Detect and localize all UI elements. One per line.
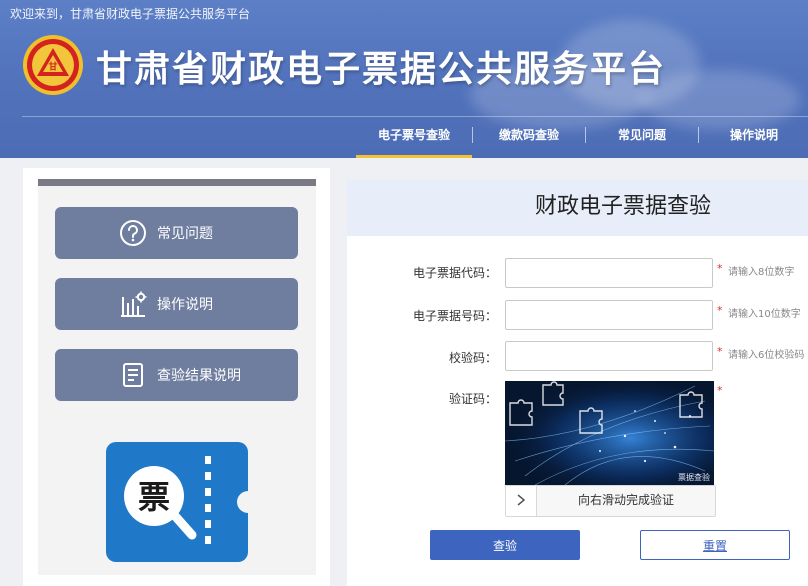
verify-form-panel: 财政电子票据查验 电子票据代码： * 请输入8位数字 电子票据号码： * 请输入… xyxy=(347,180,808,586)
reset-button[interactable]: 重置 xyxy=(640,530,790,560)
nav-tab-instructions[interactable]: 操作说明 xyxy=(699,117,808,155)
check-code-input[interactable] xyxy=(505,341,713,371)
captcha-image: 票据查验 xyxy=(505,381,714,485)
ticket-code-input[interactable] xyxy=(505,258,713,288)
form-title: 财政电子票据查验 xyxy=(347,180,808,236)
site-title: 甘肃省财政电子票据公共服务平台 xyxy=(96,49,667,90)
required-mark: * xyxy=(717,304,723,317)
ticket-glyph: 票 xyxy=(138,478,170,516)
emblem-logo: 甘 xyxy=(22,34,84,96)
main-nav: 电子票号查验 缴款码查验 常见问题 操作说明 xyxy=(356,117,808,158)
nav-tab-payment-code-verify[interactable]: 缴款码查验 xyxy=(473,117,585,155)
field-hint: 请输入10位数字 xyxy=(728,309,801,320)
field-label-captcha: 验证码： xyxy=(448,392,497,406)
field-label-ticket-number: 电子票据号码： xyxy=(412,309,497,323)
sidebar-button-result-explanation[interactable]: 查验结果说明 xyxy=(55,349,298,401)
welcome-text: 欢迎来到，甘肃省财政电子票据公共服务平台 xyxy=(10,7,251,21)
ticket-number-input[interactable] xyxy=(505,300,713,330)
sidebar-inner: 常见问题 操作说明 查验结果说明 票 xyxy=(38,179,316,575)
document-icon xyxy=(117,359,149,391)
field-label-check-code: 校验码： xyxy=(448,351,497,365)
sidebar-button-instructions[interactable]: 操作说明 xyxy=(55,278,298,330)
field-label-ticket-code: 电子票据代码： xyxy=(412,266,497,280)
chart-gear-icon xyxy=(117,288,149,320)
captcha-caption: 票据查验 xyxy=(678,473,710,482)
slide-verify-handle[interactable] xyxy=(506,486,537,516)
slide-verify-track: 向右滑动完成验证 xyxy=(505,485,716,517)
nav-tab-e-ticket-verify[interactable]: 电子票号查验 xyxy=(356,117,472,158)
slide-verify-text: 向右滑动完成验证 xyxy=(577,493,674,507)
sidebar-button-label: 查验结果说明 xyxy=(157,368,241,384)
sidebar-button-faq[interactable]: 常见问题 xyxy=(55,207,298,259)
nav-tab-faq[interactable]: 常见问题 xyxy=(586,117,698,155)
required-mark: * xyxy=(717,262,723,275)
sidebar-top-bar xyxy=(38,179,316,186)
field-hint: 请输入8位数字 xyxy=(728,267,795,278)
site-header: 欢迎来到，甘肃省财政电子票据公共服务平台 甘 甘肃省财政电子票据公共服务平台 电… xyxy=(0,0,808,158)
ticket-query-logo: 票 xyxy=(106,442,259,562)
sidebar-button-label: 常见问题 xyxy=(157,226,213,242)
verify-button[interactable]: 查验 xyxy=(430,530,580,560)
emblem-glyph: 甘 xyxy=(48,61,57,73)
sidebar-button-label: 操作说明 xyxy=(157,297,213,313)
chevron-right-icon xyxy=(515,492,527,511)
sidebar-panel: 常见问题 操作说明 查验结果说明 票 xyxy=(23,168,330,586)
required-mark: * xyxy=(717,384,723,397)
field-hint: 请输入6位校验码 xyxy=(728,350,805,361)
question-circle-icon xyxy=(117,217,149,249)
required-mark: * xyxy=(717,345,723,358)
